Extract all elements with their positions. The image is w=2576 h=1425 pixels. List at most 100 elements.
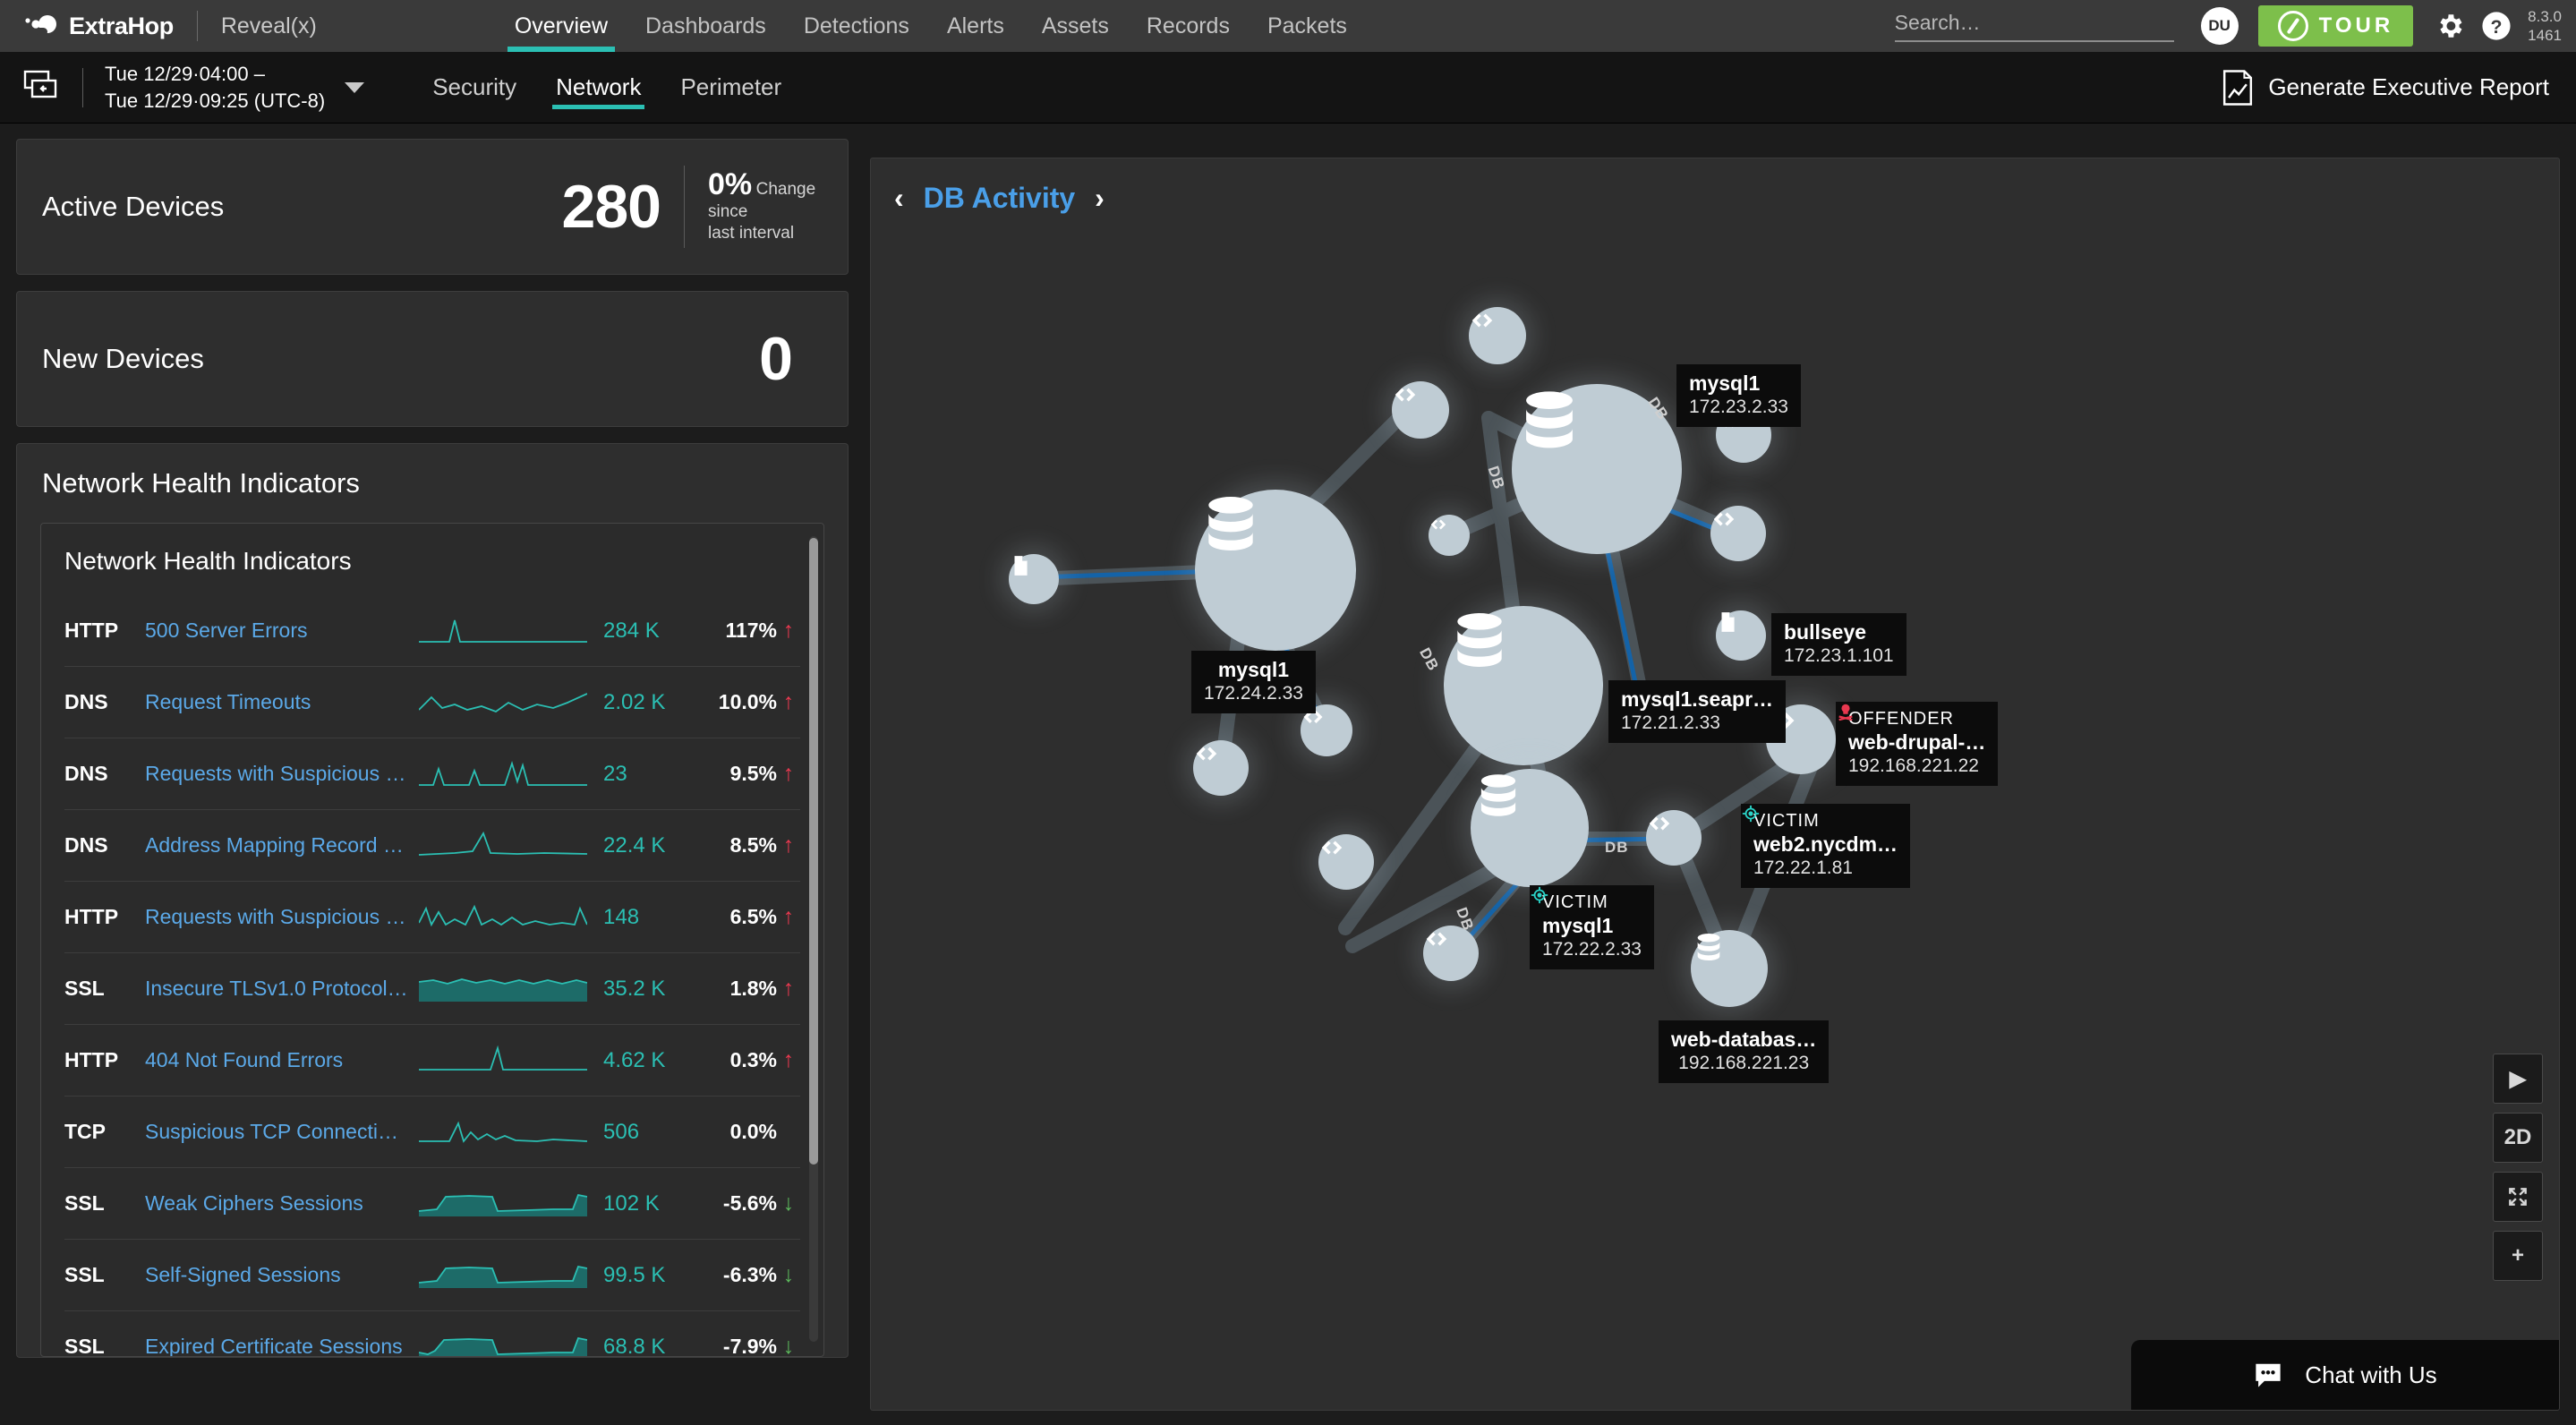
node-label-mysql1-172-24[interactable]: mysql1 172.24.2.33	[1191, 651, 1316, 713]
build-number: 1461	[2528, 27, 2562, 44]
row-indicator-link[interactable]: 404 Not Found Errors	[145, 1048, 419, 1072]
code-icon	[1321, 840, 1343, 855]
tab-perimeter[interactable]: Perimeter	[661, 52, 801, 124]
node-code-victim-web2[interactable]	[1646, 810, 1702, 866]
row-indicator-link[interactable]: Address Mapping Record Q…	[145, 833, 419, 858]
row-sparkline	[419, 1188, 587, 1220]
table-row[interactable]: HTTP 404 Not Found Errors 4.62 K 0.3% ↑	[64, 1025, 800, 1096]
node-file-bullseye[interactable]	[1716, 610, 1766, 661]
help-button[interactable]: ?	[2481, 11, 2512, 41]
table-row[interactable]: SSL Weak Ciphers Sessions 102 K -5.6% ↓	[64, 1168, 800, 1240]
table-row[interactable]: DNS Requests with Suspicious H… 23 9.5% ↑	[64, 738, 800, 810]
node-label-mysql1-172-23[interactable]: mysql1 172.23.2.33	[1676, 364, 1801, 427]
node-code-9[interactable]	[1423, 926, 1479, 981]
row-indicator-link[interactable]: 500 Server Errors	[145, 619, 419, 643]
tour-button[interactable]: TOUR	[2257, 5, 2414, 47]
node-label-offender-web-drupal[interactable]: OFFENDER web-drupal-… 192.168.221.22	[1836, 702, 1999, 787]
row-indicator-link[interactable]: Insecure TLSv1.0 Protocol S…	[145, 977, 419, 1001]
view-2d-button[interactable]: 2D	[2493, 1113, 2543, 1163]
row-trend-arrow-icon: ↓	[782, 1334, 795, 1357]
node-code-2[interactable]	[1469, 307, 1526, 364]
nav-item-detections[interactable]: Detections	[785, 0, 928, 52]
nav-item-assets[interactable]: Assets	[1023, 0, 1128, 52]
nav-item-overview[interactable]: Overview	[496, 0, 627, 52]
active-devices-change-pct: 0%	[708, 167, 753, 202]
settings-button[interactable]	[2435, 11, 2465, 41]
nav-item-packets[interactable]: Packets	[1249, 0, 1366, 52]
node-code-8[interactable]	[1318, 834, 1374, 890]
row-indicator-link[interactable]: Weak Ciphers Sessions	[145, 1191, 419, 1216]
node-label-victim-web2[interactable]: VICTIM web2.nycdm… 172.22.1.81	[1741, 804, 1911, 889]
collapse-panel-button[interactable]	[23, 69, 59, 106]
generate-executive-report-button[interactable]: Generate Executive Report	[2222, 69, 2549, 107]
search-box[interactable]	[1894, 10, 2174, 42]
fit-to-screen-button[interactable]	[2493, 1172, 2543, 1222]
row-protocol: SSL	[64, 1191, 105, 1215]
search-input[interactable]	[1894, 10, 2174, 35]
target-icon	[1742, 805, 1760, 823]
row-indicator-link[interactable]: Self-Signed Sessions	[145, 1263, 419, 1287]
table-row[interactable]: HTTP Requests with Suspicious H… 148 6.5% ↑	[64, 882, 800, 953]
node-database-victim-mysql1[interactable]	[1471, 769, 1589, 887]
row-delta: -5.6%	[722, 1191, 777, 1215]
time-range-end: Tue 12/29·09:25 (UTC-8)	[105, 89, 326, 112]
new-devices-card[interactable]: New Devices 0	[16, 291, 849, 427]
node-code-3[interactable]	[1429, 515, 1470, 556]
node-file-1[interactable]	[1009, 554, 1059, 604]
offender-badge-label: OFFENDER	[1848, 709, 1954, 729]
node-label-mysql1-seapr[interactable]: mysql1.seapr… 172.21.2.33	[1608, 680, 1787, 743]
row-sparkline	[419, 687, 587, 719]
node-database-mysql1-seapr[interactable]	[1444, 606, 1603, 765]
row-indicator-link[interactable]: Requests with Suspicious H…	[145, 762, 419, 786]
zoom-in-button[interactable]: +	[2493, 1231, 2543, 1281]
brand-logo[interactable]: ExtraHop	[0, 13, 174, 40]
table-row[interactable]: SSL Self-Signed Sessions 99.5 K -6.3% ↓	[64, 1240, 800, 1311]
row-delta: 6.5%	[729, 905, 777, 928]
node-label-name: web-databas…	[1671, 1028, 1817, 1051]
row-value: 2.02 K	[603, 689, 666, 714]
table-row[interactable]: DNS Request Timeouts 2.02 K 10.0% ↑	[64, 667, 800, 738]
brand-divider	[196, 11, 198, 41]
play-button[interactable]: ▶	[2493, 1054, 2543, 1104]
node-label-web-database[interactable]: web-databas… 192.168.221.23	[1659, 1020, 1830, 1083]
avatar[interactable]: DU	[2200, 7, 2239, 45]
chat-widget[interactable]: Chat with Us	[2131, 1340, 2559, 1410]
row-indicator-link[interactable]: Suspicious TCP Connections	[145, 1120, 419, 1144]
table-row[interactable]: HTTP 500 Server Errors 284 K 117% ↑	[64, 595, 800, 667]
row-protocol: SSL	[64, 977, 105, 1000]
node-code-6[interactable]	[1193, 740, 1249, 796]
row-protocol: DNS	[64, 690, 108, 713]
nav-item-dashboards[interactable]: Dashboards	[627, 0, 785, 52]
node-database-web-database[interactable]	[1691, 930, 1768, 1007]
node-label-victim-mysql1[interactable]: VICTIM mysql1 172.22.2.33	[1530, 885, 1654, 970]
tab-security[interactable]: Security	[413, 52, 536, 124]
tab-network[interactable]: Network	[536, 52, 661, 124]
active-devices-card[interactable]: Active Devices 280 0% Change since last i…	[16, 139, 849, 275]
row-sparkline	[419, 1259, 587, 1292]
chevron-down-icon[interactable]	[345, 81, 365, 93]
node-database-mysql1-172-24[interactable]	[1195, 490, 1356, 651]
row-value: 102 K	[603, 1190, 660, 1216]
nav-item-alerts[interactable]: Alerts	[928, 0, 1023, 52]
left-column: Active Devices 280 0% Change since last i…	[16, 139, 849, 1374]
table-row[interactable]: SSL Insecure TLSv1.0 Protocol S… 35.2 K 1.8…	[64, 953, 800, 1025]
table-row[interactable]: DNS Address Mapping Record Q… 22.4 K 8.5% ↑	[64, 810, 800, 882]
table-row[interactable]: TCP Suspicious TCP Connections 506 0.0%	[64, 1096, 800, 1168]
table-row[interactable]: SSL Expired Certificate Sessions 68.8 K -7.…	[64, 1311, 800, 1357]
graph-edges	[1025, 402, 1827, 976]
row-indicator-link[interactable]: Request Timeouts	[145, 690, 419, 714]
time-range-selector[interactable]: Tue 12/29·04:00 – Tue 12/29·09:25 (UTC-8…	[105, 61, 325, 114]
row-value: 22.4 K	[603, 832, 666, 858]
network-health-indicators-list: HTTP 500 Server Errors 284 K 117% ↑ DNS Reques…	[41, 595, 823, 1357]
nav-item-records[interactable]: Records	[1128, 0, 1249, 52]
network-graph[interactable]: DB DB DB DB DB mysql1 172.23.2.33 mysql1…	[871, 158, 2559, 1410]
scrollbar-thumb[interactable]	[809, 538, 818, 1165]
row-sparkline	[419, 1331, 587, 1356]
node-label-bullseye[interactable]: bullseye 172.23.1.101	[1771, 613, 1906, 676]
node-label-name: mysql1.seapr…	[1621, 687, 1774, 711]
node-code-1[interactable]	[1392, 381, 1449, 439]
row-indicator-link[interactable]: Requests with Suspicious H…	[145, 905, 419, 929]
node-code-4[interactable]	[1710, 506, 1766, 561]
row-indicator-link[interactable]: Expired Certificate Sessions	[145, 1335, 419, 1356]
victim-badge: VICTIM	[1742, 805, 1898, 832]
